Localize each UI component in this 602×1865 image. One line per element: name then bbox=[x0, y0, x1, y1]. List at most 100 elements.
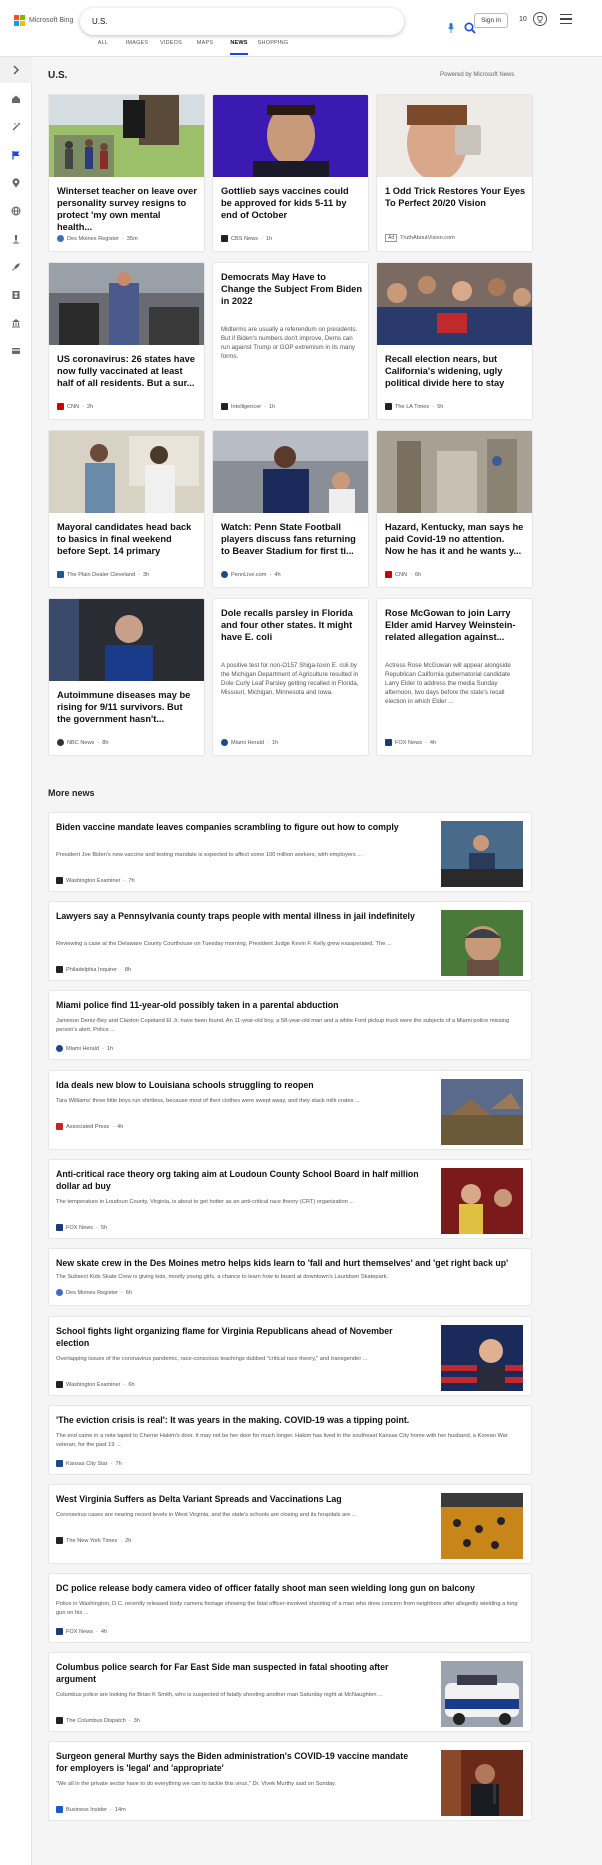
tab-maps[interactable]: MAPS bbox=[188, 40, 222, 55]
rewards-points[interactable]: 10 bbox=[519, 16, 527, 23]
ad-card[interactable]: 1 Odd Trick Restores Your Eyes To Perfec… bbox=[376, 94, 533, 252]
news-list-item[interactable]: Biden vaccine mandate leaves companies s… bbox=[48, 812, 532, 892]
list-item-title[interactable]: Biden vaccine mandate leaves companies s… bbox=[56, 821, 421, 833]
card-title[interactable]: Winterset teacher on leave over personal… bbox=[57, 185, 198, 233]
news-card[interactable]: Winterset teacher on leave over personal… bbox=[48, 94, 205, 252]
list-item-title[interactable]: West Virginia Suffers as Delta Variant S… bbox=[56, 1493, 421, 1505]
list-item-source: Kansas City Star · 7h bbox=[56, 1460, 122, 1467]
news-list-item[interactable]: School fights light organizing flame for… bbox=[48, 1316, 532, 1396]
tab-images[interactable]: IMAGES bbox=[120, 40, 154, 55]
list-item-thumbnail bbox=[441, 1168, 523, 1234]
microscope-icon[interactable] bbox=[11, 234, 21, 244]
card-title[interactable]: Hazard, Kentucky, man says he paid Covid… bbox=[385, 521, 526, 557]
hamburger-menu-icon[interactable] bbox=[560, 14, 572, 25]
source-name: Kansas City Star bbox=[66, 1460, 108, 1467]
sidebar-toggle[interactable] bbox=[0, 57, 32, 83]
search-input[interactable] bbox=[92, 14, 332, 29]
bank-icon[interactable] bbox=[11, 318, 21, 328]
list-item-snippet: The temperature in Loudoun County, Virgi… bbox=[56, 1199, 355, 1205]
card-title[interactable]: Mayoral candidates head back to basics i… bbox=[57, 521, 198, 557]
news-card[interactable]: Recall election nears, but California's … bbox=[376, 262, 533, 420]
list-item-title[interactable]: Lawyers say a Pennsylvania county traps … bbox=[56, 910, 421, 922]
card-icon[interactable] bbox=[11, 346, 21, 356]
rocket-icon[interactable] bbox=[11, 262, 21, 272]
news-card[interactable]: US coronavirus: 26 states have now fully… bbox=[48, 262, 205, 420]
timestamp: 1h bbox=[106, 1045, 114, 1052]
list-item-snippet: "We all in the private sector have to do… bbox=[56, 1781, 337, 1787]
card-title[interactable]: 1 Odd Trick Restores Your Eyes To Perfec… bbox=[385, 185, 526, 209]
tab-shopping[interactable]: SHOPPING bbox=[256, 40, 290, 55]
card-title[interactable]: US coronavirus: 26 states have now fully… bbox=[57, 353, 198, 389]
source-name: CNN bbox=[67, 403, 80, 410]
article-image bbox=[213, 95, 368, 177]
source-name: Associated Press bbox=[66, 1123, 110, 1130]
news-list-item[interactable]: West Virginia Suffers as Delta Variant S… bbox=[48, 1484, 532, 1564]
article-image bbox=[49, 263, 204, 345]
list-item-title[interactable]: Ida deals new blow to Louisiana schools … bbox=[56, 1079, 421, 1091]
flag-icon[interactable] bbox=[11, 150, 21, 160]
magic-icon[interactable] bbox=[11, 122, 21, 132]
list-item-snippet: The end came in a note taped to Cherrie … bbox=[56, 1433, 508, 1448]
list-item-title[interactable]: Anti-critical race theory org taking aim… bbox=[56, 1168, 421, 1192]
card-title[interactable]: Recall election nears, but California's … bbox=[385, 353, 526, 389]
list-item-title[interactable]: DC police release body camera video of o… bbox=[56, 1582, 521, 1594]
source-logo-icon bbox=[385, 403, 392, 410]
home-icon[interactable] bbox=[11, 94, 21, 104]
news-card[interactable]: Autoimmune diseases may be rising for 9/… bbox=[48, 598, 205, 756]
card-title[interactable]: Gottlieb says vaccines could be approved… bbox=[221, 185, 362, 221]
source-name: Des Moines Register bbox=[66, 1289, 118, 1296]
location-icon[interactable] bbox=[11, 178, 21, 188]
list-item-title[interactable]: Columbus police search for Far East Side… bbox=[56, 1661, 421, 1685]
news-list-item[interactable]: Lawyers say a Pennsylvania county traps … bbox=[48, 901, 532, 981]
source-logo-icon bbox=[56, 1045, 63, 1052]
news-list-item[interactable]: Anti-critical race theory org taking aim… bbox=[48, 1159, 532, 1239]
protest-crowd-photo bbox=[441, 1168, 523, 1234]
news-list-item[interactable]: New skate crew in the Des Moines metro h… bbox=[48, 1248, 532, 1306]
article-image bbox=[49, 95, 204, 177]
bing-logo[interactable]: Microsoft Bing bbox=[14, 15, 73, 26]
news-card[interactable]: Mayoral candidates head back to basics i… bbox=[48, 430, 205, 588]
news-list-item[interactable]: DC police release body camera video of o… bbox=[48, 1573, 532, 1643]
tab-all[interactable]: ALL bbox=[86, 40, 120, 55]
search-box[interactable] bbox=[80, 8, 476, 35]
list-item-title[interactable]: Surgeon general Murthy says the Biden ad… bbox=[56, 1750, 421, 1774]
news-card[interactable]: Watch: Penn State Football players discu… bbox=[212, 430, 369, 588]
source-name: Philadelphia Inquirer bbox=[66, 966, 117, 973]
list-item-snippet: Police in Washington, D.C. recently rele… bbox=[56, 1601, 518, 1616]
news-card[interactable]: Democrats May Have to Change the Subject… bbox=[212, 262, 369, 420]
globe-icon[interactable] bbox=[11, 206, 21, 216]
chevron-right-icon[interactable] bbox=[12, 65, 20, 75]
section-title: U.S. bbox=[48, 70, 68, 81]
timestamp: 2h bbox=[125, 1537, 132, 1544]
news-list-item[interactable]: Miami police find 11-year-old possibly t… bbox=[48, 990, 532, 1060]
list-item-thumbnail bbox=[441, 910, 523, 976]
film-icon[interactable] bbox=[11, 290, 21, 300]
list-item-source: Miami Herald · 1h bbox=[56, 1045, 113, 1052]
news-list-item[interactable]: Columbus police search for Far East Side… bbox=[48, 1652, 532, 1732]
news-list-item[interactable]: Ida deals new blow to Louisiana schools … bbox=[48, 1070, 532, 1150]
article-image bbox=[377, 263, 532, 345]
news-card[interactable]: Dole recalls parsley in Florida and four… bbox=[212, 598, 369, 756]
card-title[interactable]: Rose McGowan to join Larry Elder amid Ha… bbox=[385, 607, 526, 643]
news-card[interactable]: Hazard, Kentucky, man says he paid Covid… bbox=[376, 430, 533, 588]
tab-news[interactable]: NEWS bbox=[222, 40, 256, 55]
source-name: FOX News bbox=[66, 1628, 94, 1635]
card-title[interactable]: Democrats May Have to Change the Subject… bbox=[221, 271, 362, 307]
list-item-title[interactable]: 'The eviction crisis is real': It was ye… bbox=[56, 1414, 521, 1426]
timestamp: 4h bbox=[117, 1123, 124, 1130]
news-card[interactable]: Gottlieb says vaccines could be approved… bbox=[212, 94, 369, 252]
list-item-title[interactable]: Miami police find 11-year-old possibly t… bbox=[56, 999, 521, 1011]
card-title[interactable]: Autoimmune diseases may be rising for 9/… bbox=[57, 689, 198, 725]
tab-videos[interactable]: VIDEOS bbox=[154, 40, 188, 55]
list-item-title[interactable]: New skate crew in the Des Moines metro h… bbox=[56, 1257, 521, 1269]
card-title[interactable]: Dole recalls parsley in Florida and four… bbox=[221, 607, 362, 643]
rewards-trophy-icon[interactable] bbox=[533, 12, 547, 26]
news-list-item[interactable]: Surgeon general Murthy says the Biden ad… bbox=[48, 1741, 532, 1821]
sign-in-button[interactable]: Sign in bbox=[474, 13, 508, 28]
news-list-item[interactable]: 'The eviction crisis is real': It was ye… bbox=[48, 1405, 532, 1475]
card-title[interactable]: Watch: Penn State Football players discu… bbox=[221, 521, 362, 557]
card-description: Actress Rose McGowan will appear alongsi… bbox=[385, 662, 511, 705]
news-card[interactable]: Rose McGowan to join Larry Elder amid Ha… bbox=[376, 598, 533, 756]
microphone-icon[interactable] bbox=[448, 23, 454, 33]
list-item-title[interactable]: School fights light organizing flame for… bbox=[56, 1325, 421, 1349]
